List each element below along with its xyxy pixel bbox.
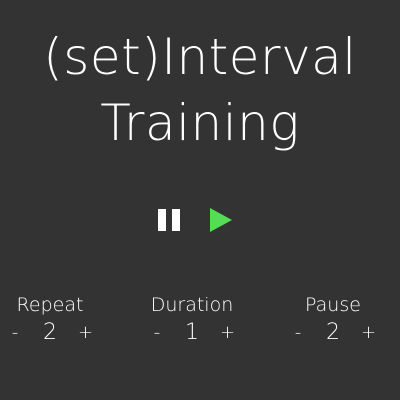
pause-decrement-button[interactable]: - [291,320,305,346]
repeat-label: Repeat [16,294,84,316]
play-icon [210,208,232,232]
repeat-increment-button[interactable]: + [78,320,93,346]
repeat-decrement-button[interactable]: - [8,320,22,346]
duration-stepper: - 1 + [142,318,242,348]
duration-increment-button[interactable]: + [220,320,235,346]
settings-panel: Repeat - 2 + Duration - 1 + Pause - 2 + [0,292,400,352]
title-line-2: Training [100,94,300,152]
pause-label: Pause [305,294,361,316]
playback-controls [0,206,400,234]
pause-icon-bar [172,209,180,231]
pause-stepper: - 2 + [283,318,383,348]
duration-setting: Duration - 1 + [142,292,242,348]
repeat-setting: Repeat - 2 + [0,292,100,348]
pause-increment-button[interactable]: + [361,320,376,346]
repeat-value: 2 [43,320,57,345]
title-line-1: (set)Interval [43,28,357,86]
play-button[interactable] [208,206,236,234]
pause-icon [158,209,166,231]
app-title: (set)Interval Training [0,24,400,156]
pause-setting: Pause - 2 + [283,292,383,348]
duration-value: 1 [185,320,199,345]
pause-value: 2 [326,320,340,345]
duration-decrement-button[interactable]: - [150,320,164,346]
pause-button[interactable] [156,206,184,234]
duration-label: Duration [150,294,234,316]
repeat-stepper: - 2 + [0,318,100,348]
